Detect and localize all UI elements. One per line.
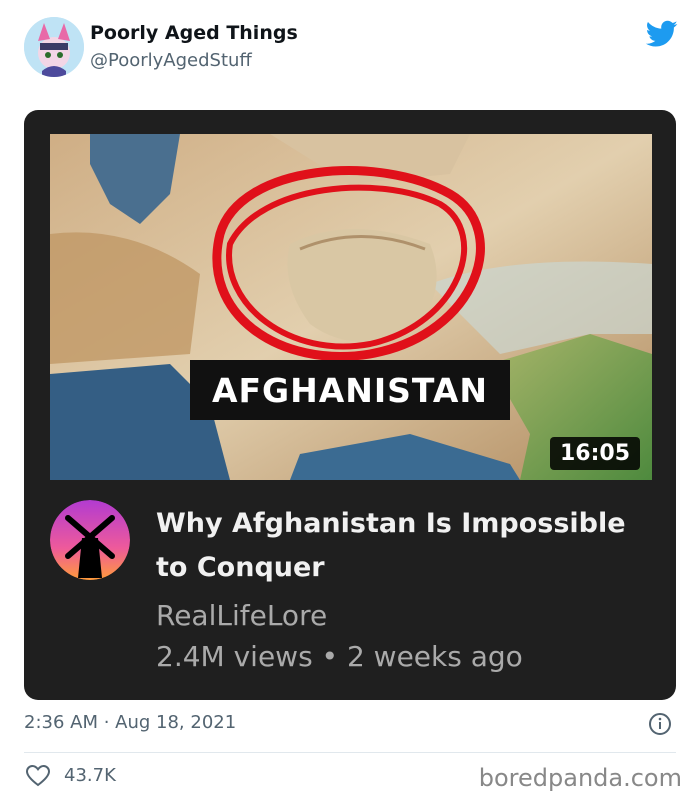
thumbnail-label: AFGHANISTAN [190, 360, 510, 420]
tweet-timestamp[interactable]: 2:36 AM · Aug 18, 2021 [24, 712, 236, 733]
channel-avatar[interactable] [50, 500, 130, 580]
map-image [50, 134, 652, 480]
info-icon[interactable] [648, 712, 672, 736]
tweet-header: Poorly Aged Things @PoorlyAgedStuff [0, 0, 700, 100]
watermark: boredpanda.com [478, 764, 682, 792]
video-duration-badge: 16:05 [549, 437, 640, 470]
author-display-name[interactable]: Poorly Aged Things [90, 22, 298, 44]
like-count: 43.7K [64, 765, 116, 786]
divider [24, 752, 676, 753]
video-thumbnail[interactable]: AFGHANISTAN 16:05 [50, 134, 652, 480]
video-title[interactable]: Why Afghanistan Is Impossible to Conquer [156, 502, 636, 590]
author-handle[interactable]: @PoorlyAgedStuff [90, 50, 252, 71]
author-avatar[interactable] [24, 17, 84, 77]
heart-icon[interactable] [26, 765, 50, 787]
channel-name[interactable]: RealLifeLore [156, 599, 327, 632]
video-meta: 2.4M views • 2 weeks ago [156, 640, 523, 673]
twitter-bird-icon[interactable] [646, 20, 678, 48]
video-card[interactable]: AFGHANISTAN 16:05 Why Afghanistan Is Imp… [24, 110, 676, 700]
